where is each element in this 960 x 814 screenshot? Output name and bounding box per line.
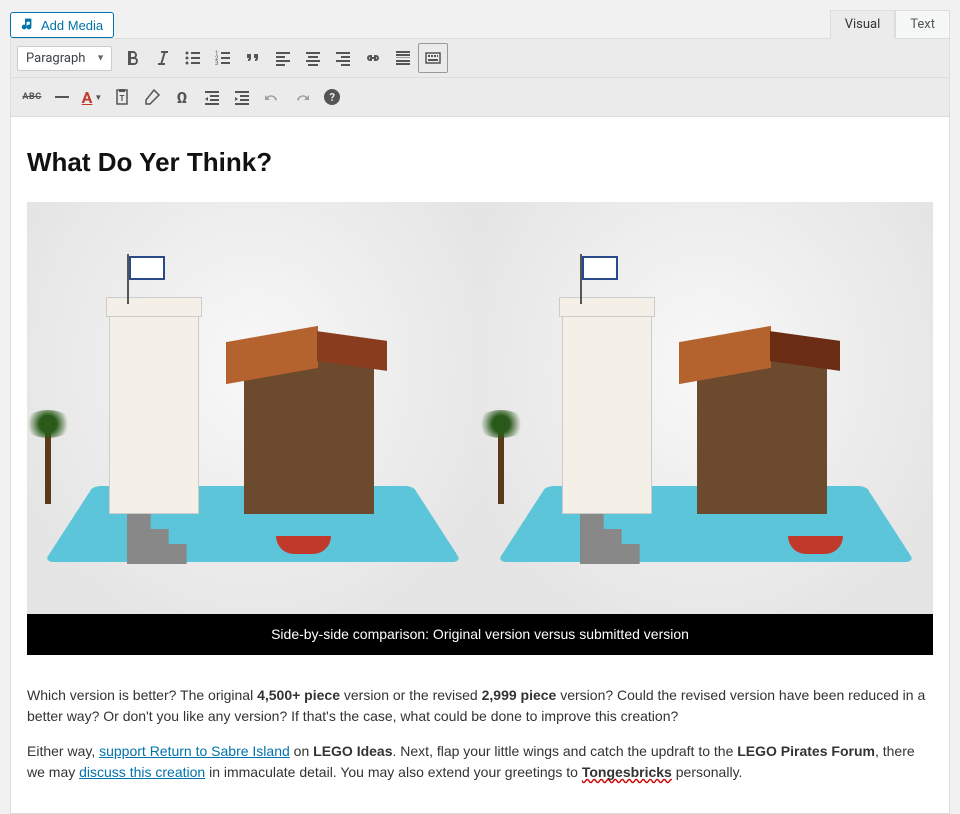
read-more-icon bbox=[393, 48, 413, 68]
special-character-button[interactable]: Ω bbox=[167, 82, 197, 112]
outdent-icon bbox=[202, 87, 222, 107]
align-left-button[interactable] bbox=[268, 43, 298, 73]
redo-button[interactable] bbox=[287, 82, 317, 112]
link-icon bbox=[363, 48, 383, 68]
undo-icon bbox=[262, 87, 282, 107]
svg-text:3: 3 bbox=[215, 60, 218, 67]
bold-icon bbox=[123, 48, 143, 68]
add-media-label: Add Media bbox=[41, 18, 103, 33]
undo-button[interactable] bbox=[257, 82, 287, 112]
eraser-icon bbox=[142, 87, 162, 107]
numbered-list-icon: 123 bbox=[213, 48, 233, 68]
content-heading: What Do Yer Think? bbox=[27, 143, 933, 182]
align-right-icon bbox=[333, 48, 353, 68]
indent-icon bbox=[232, 87, 252, 107]
indent-button[interactable] bbox=[227, 82, 257, 112]
hr-icon bbox=[52, 87, 72, 107]
help-icon: ? bbox=[322, 87, 342, 107]
align-center-button[interactable] bbox=[298, 43, 328, 73]
svg-text:T: T bbox=[120, 94, 125, 103]
horizontal-rule-button[interactable] bbox=[47, 82, 77, 112]
strikethrough-button[interactable]: ABC bbox=[17, 82, 47, 112]
paste-text-button[interactable]: T bbox=[107, 82, 137, 112]
tab-visual[interactable]: Visual bbox=[830, 10, 896, 39]
bullet-list-icon bbox=[183, 48, 203, 68]
outdent-button[interactable] bbox=[197, 82, 227, 112]
toolbar-row-2: ABC A▼ T Ω ? bbox=[11, 78, 949, 117]
toolbar-row-1: Paragraph 123 bbox=[11, 39, 949, 78]
paragraph-2: Either way, support Return to Sabre Isla… bbox=[27, 741, 933, 783]
discuss-link[interactable]: discuss this creation bbox=[79, 764, 205, 780]
image-caption: Side-by-side comparison: Original versio… bbox=[27, 614, 933, 655]
add-media-button[interactable]: Add Media bbox=[10, 12, 114, 38]
svg-text:?: ? bbox=[330, 91, 336, 104]
paragraph-1: Which version is better? The original 4,… bbox=[27, 685, 933, 727]
editor-mode-tabs: Visual Text bbox=[830, 10, 950, 38]
text-color-button[interactable]: A▼ bbox=[77, 82, 107, 112]
align-right-button[interactable] bbox=[328, 43, 358, 73]
music-note-icon bbox=[21, 17, 37, 33]
tab-text[interactable]: Text bbox=[895, 10, 950, 38]
numbered-list-button[interactable]: 123 bbox=[208, 43, 238, 73]
bullet-list-button[interactable] bbox=[178, 43, 208, 73]
bold-button[interactable] bbox=[118, 43, 148, 73]
image-block[interactable]: Side-by-side comparison: Original versio… bbox=[27, 202, 933, 655]
editor-container: Paragraph 123 ABC A▼ T Ω ? bbox=[10, 38, 950, 814]
support-link[interactable]: support Return to Sabre Island bbox=[99, 743, 290, 759]
blockquote-button[interactable] bbox=[238, 43, 268, 73]
clear-formatting-button[interactable] bbox=[137, 82, 167, 112]
format-dropdown[interactable]: Paragraph bbox=[17, 46, 112, 71]
body-text: Which version is better? The original 4,… bbox=[27, 685, 933, 783]
spellcheck-word: Tongesbricks bbox=[582, 764, 672, 780]
redo-icon bbox=[292, 87, 312, 107]
format-dropdown-label: Paragraph bbox=[26, 51, 85, 66]
italic-button[interactable] bbox=[148, 43, 178, 73]
align-center-icon bbox=[303, 48, 323, 68]
link-button[interactable] bbox=[358, 43, 388, 73]
align-left-icon bbox=[273, 48, 293, 68]
quote-icon bbox=[243, 48, 263, 68]
read-more-button[interactable] bbox=[388, 43, 418, 73]
keyboard-icon bbox=[423, 48, 443, 68]
comparison-image bbox=[27, 202, 933, 614]
clipboard-icon: T bbox=[112, 87, 132, 107]
help-button[interactable]: ? bbox=[317, 82, 347, 112]
italic-icon bbox=[153, 48, 173, 68]
toolbar-toggle-button[interactable] bbox=[418, 43, 448, 73]
editor-content[interactable]: What Do Yer Think? bbox=[11, 117, 949, 813]
